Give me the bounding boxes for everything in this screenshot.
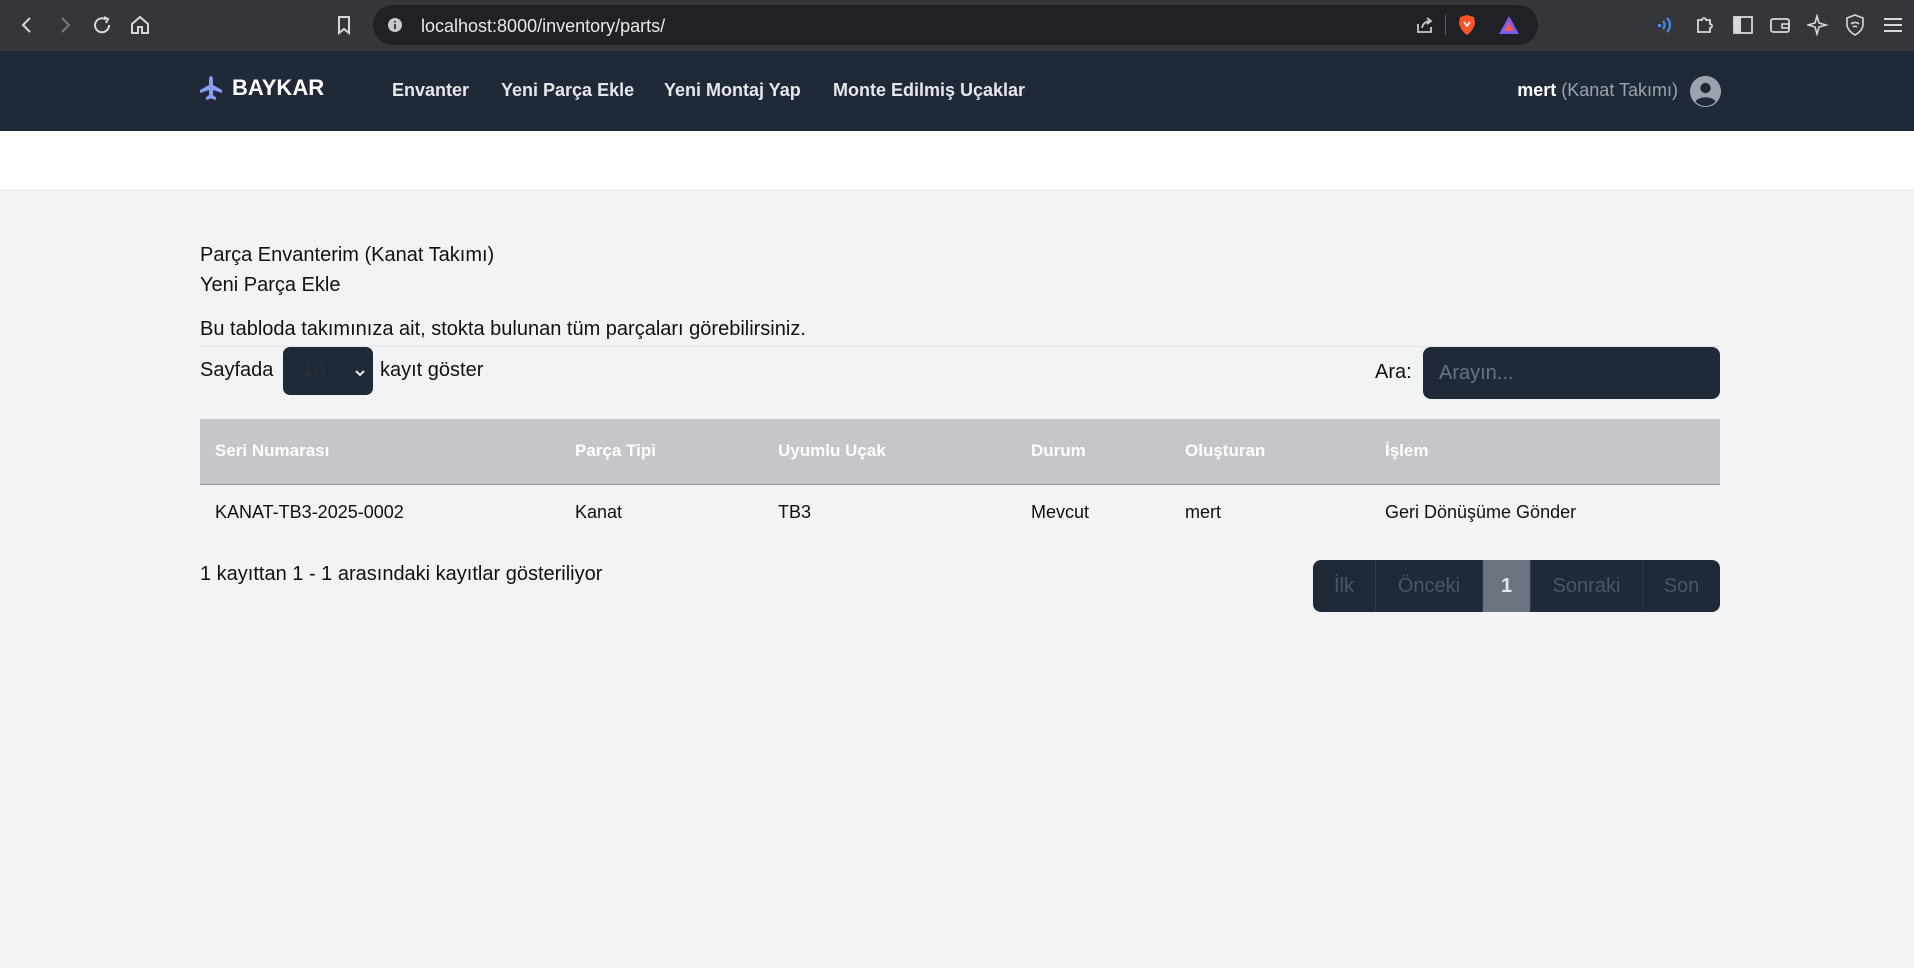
nav-link-envanter[interactable]: Envanter	[392, 80, 469, 101]
user-team: (Kanat Takımı)	[1561, 80, 1678, 100]
back-icon[interactable]	[12, 10, 42, 40]
page-length-select[interactable]: 10	[283, 347, 373, 395]
length-label-suffix: kayıt göster	[380, 359, 484, 381]
parts-table: Seri Numarası Parça Tipi Uyumlu Uçak Dur…	[200, 419, 1720, 541]
nav-link-monte-edilmis-ucaklar[interactable]: Monte Edilmiş Uçaklar	[833, 80, 1025, 101]
address-bar[interactable]: localhost:8000/inventory/parts/	[373, 5, 1538, 45]
site-info-icon[interactable]	[385, 15, 405, 35]
cell-creator: mert	[1185, 502, 1221, 523]
nav-link-yeni-parca-ekle[interactable]: Yeni Parça Ekle	[501, 80, 634, 101]
page-length-value: 10	[303, 359, 326, 381]
header-islem[interactable]: İşlem	[1370, 419, 1720, 485]
home-icon[interactable]	[125, 10, 155, 40]
header-durum[interactable]: Durum	[1016, 419, 1170, 485]
cell-serial: KANAT-TB3-2025-0002	[215, 502, 404, 523]
user-name: mert	[1517, 80, 1557, 100]
page-header-band	[0, 131, 1914, 191]
header-parca-tipi[interactable]: Parça Tipi	[560, 419, 763, 485]
table-controls: Sayfada 10 kayıt göster Ara:	[200, 346, 1720, 399]
header-uyumlu-ucak[interactable]: Uyumlu Uçak	[763, 419, 1016, 485]
header-olusturan[interactable]: Oluşturan	[1170, 419, 1370, 485]
search-input[interactable]	[1423, 347, 1720, 399]
leo-ai-icon[interactable]	[1805, 12, 1831, 38]
brand-link[interactable]: BAYKAR	[198, 75, 324, 101]
page-previous-button[interactable]: Önceki	[1376, 560, 1483, 612]
cell-aircraft: TB3	[778, 502, 812, 523]
table-info: 1 kayıttan 1 - 1 arasındaki kayıtlar gös…	[200, 563, 603, 585]
forward-icon[interactable]	[50, 10, 80, 40]
brand-name: BAYKAR	[232, 75, 325, 100]
share-icon[interactable]	[1413, 13, 1437, 37]
page-first-button[interactable]: İlk	[1313, 560, 1376, 612]
user-info: mert (Kanat Takımı)	[1517, 80, 1678, 101]
page-title: Parça Envanterim (Kanat Takımı)	[200, 244, 495, 266]
page-last-button[interactable]: Son	[1643, 560, 1720, 612]
extensions-icon[interactable]	[1692, 12, 1718, 38]
search-label: Ara:	[1375, 361, 1412, 383]
brave-shield-icon[interactable]	[1455, 13, 1479, 37]
add-part-link[interactable]: Yeni Parça Ekle	[200, 270, 1720, 300]
speaker-icon[interactable]	[1654, 12, 1680, 38]
rewards-icon[interactable]	[1497, 13, 1521, 37]
wallet-icon[interactable]	[1767, 12, 1793, 38]
browser-chrome: localhost:8000/inventory/parts/	[0, 0, 1914, 51]
user-avatar-icon[interactable]	[1690, 76, 1721, 107]
chevron-down-icon	[353, 363, 367, 386]
airplane-icon	[198, 75, 224, 101]
page-description: Bu tabloda takımınıza ait, stokta buluna…	[200, 318, 806, 340]
app-navbar: BAYKAR Envanter Yeni Parça Ekle Yeni Mon…	[0, 51, 1914, 131]
url-divider	[1445, 15, 1446, 35]
vpn-icon[interactable]	[1842, 12, 1868, 38]
nav-link-yeni-montaj-yap[interactable]: Yeni Montaj Yap	[664, 80, 801, 101]
cell-status: Mevcut	[1031, 502, 1090, 523]
bookmark-icon[interactable]	[329, 10, 359, 40]
main-content: Parça Envanterim (Kanat Takımı) Yeni Par…	[200, 240, 1720, 344]
pagination: İlk Önceki 1 Sonraki Son	[1313, 560, 1720, 612]
sidebar-icon[interactable]	[1730, 12, 1756, 38]
page-next-button[interactable]: Sonraki	[1531, 560, 1643, 612]
menu-icon[interactable]	[1880, 12, 1906, 38]
recycle-action-link[interactable]: Geri Dönüşüme Gönder	[1370, 484, 1720, 541]
reload-icon[interactable]	[87, 10, 117, 40]
header-seri-numarasi[interactable]: Seri Numarası	[200, 419, 560, 485]
length-label-prefix: Sayfada	[200, 359, 274, 381]
url-text: localhost:8000/inventory/parts/	[421, 16, 666, 36]
table-header-row: Seri Numarası Parça Tipi Uyumlu Uçak Dur…	[200, 419, 1720, 485]
cell-part-type: Kanat	[575, 502, 623, 523]
page-1-button[interactable]: 1	[1483, 560, 1531, 612]
table-row: KANAT-TB3-2025-0002 Kanat TB3 Mevcut mer…	[200, 484, 1720, 541]
